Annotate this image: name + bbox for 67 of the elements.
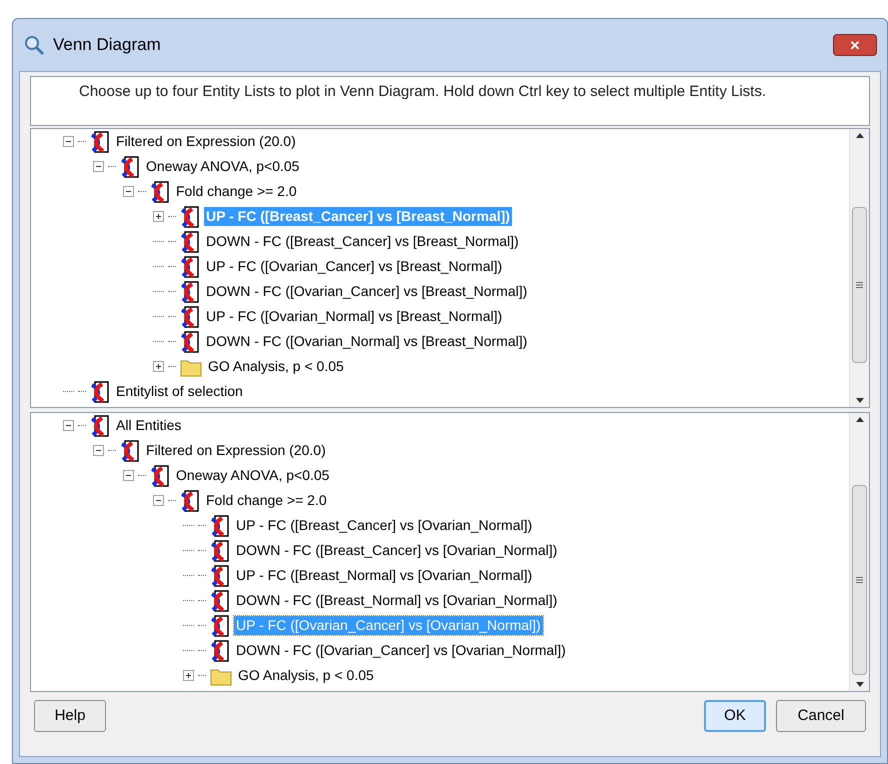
grip-icon [856, 282, 863, 288]
ok-button[interactable]: OK [704, 700, 766, 732]
tree-item[interactable]: DOWN - FC ([Breast_Cancer] vs [Breast_Normal]) [204, 232, 521, 251]
scrollbar[interactable] [849, 413, 869, 691]
window-title: Venn Diagram [53, 34, 161, 56]
entity-list-icon [210, 540, 230, 562]
entity-list-icon [210, 564, 230, 586]
grip-icon [856, 577, 863, 583]
entity-list-icon [180, 230, 200, 252]
tree-item[interactable]: Oneway ANOVA, p<0.05 [174, 466, 332, 485]
tree-item[interactable]: Filtered on Expression (20.0) [114, 132, 298, 151]
entity-list-icon [150, 180, 170, 202]
tree-item[interactable]: DOWN - FC ([Breast_Normal] vs [Ovarian_Normal]) [234, 591, 560, 610]
collapse-icon[interactable] [153, 495, 164, 506]
tree-item[interactable]: UP - FC ([Ovarian_Normal] vs [Breast_Normal]) [204, 307, 504, 326]
scroll-down-icon[interactable] [856, 398, 864, 403]
scroll-thumb[interactable] [852, 485, 867, 675]
entity-list-icon [180, 490, 200, 512]
help-button[interactable]: Help [34, 700, 106, 732]
tree-item[interactable]: DOWN - FC ([Ovarian_Normal] vs [Breast_Normal]) [204, 332, 530, 351]
tree-item[interactable]: DOWN - FC ([Ovarian_Cancer] vs [Breast_Normal]) [204, 282, 530, 301]
entity-list-icon [180, 306, 200, 328]
entity-list-icon [180, 280, 200, 302]
entity-list-icon [180, 330, 200, 352]
tree-item[interactable]: Fold change >= 2.0 [174, 182, 299, 201]
expand-icon[interactable] [153, 211, 164, 222]
entity-list-icon [180, 256, 200, 278]
scroll-up-icon[interactable] [856, 133, 864, 138]
tree-item[interactable]: All Entities [114, 416, 184, 435]
expand-icon[interactable] [153, 361, 164, 372]
tree-item[interactable]: UP - FC ([Ovarian_Cancer] vs [Breast_Normal]) [204, 257, 504, 276]
tree-item[interactable]: Filtered on Expression (20.0) [144, 441, 328, 460]
collapse-icon[interactable] [123, 470, 134, 481]
instruction-text: Choose up to four Entity Lists to plot in Venn Diagram. Hold down Ctrl key to select multiple Entity Lists. [79, 82, 767, 102]
magnifier-icon [23, 34, 45, 56]
scroll-thumb[interactable] [852, 207, 867, 363]
close-button[interactable]: ✕ [833, 34, 877, 56]
entity-list-icon [180, 206, 200, 228]
collapse-icon[interactable] [63, 136, 74, 147]
scroll-up-icon[interactable] [856, 417, 864, 422]
cancel-button[interactable]: Cancel [776, 700, 866, 732]
entity-list-icon [210, 614, 230, 636]
entity-list-icon [90, 414, 110, 436]
entity-list-icon [90, 380, 110, 402]
entity-list-icon [210, 514, 230, 536]
entity-list-icon [120, 440, 140, 462]
entity-list-icon [120, 156, 140, 178]
tree-item[interactable]: DOWN - FC ([Breast_Cancer] vs [Ovarian_Normal]) [234, 541, 560, 560]
collapse-icon[interactable] [123, 186, 134, 197]
collapse-icon[interactable] [63, 420, 74, 431]
collapse-icon[interactable] [93, 445, 104, 456]
expand-icon[interactable] [183, 670, 194, 681]
tree-item[interactable]: Entitylist of selection [114, 382, 245, 401]
tree-item[interactable]: UP - FC ([Breast_Cancer] vs [Ovarian_Normal]) [234, 516, 534, 535]
entity-list-icon [210, 640, 230, 662]
tree-item[interactable]: Oneway ANOVA, p<0.05 [144, 157, 302, 176]
entity-list-icon [150, 464, 170, 486]
tree-item[interactable]: UP - FC ([Breast_Normal] vs [Ovarian_Normal]) [234, 566, 534, 585]
tree-item[interactable]: DOWN - FC ([Ovarian_Cancer] vs [Ovarian_Normal]) [234, 641, 568, 660]
scrollbar[interactable] [849, 129, 869, 407]
tree-item[interactable]: GO Analysis, p < 0.05 [236, 666, 376, 685]
tree-item[interactable]: Fold change >= 2.0 [204, 491, 329, 510]
entity-list-icon [90, 130, 110, 152]
scroll-down-icon[interactable] [856, 682, 864, 687]
collapse-icon[interactable] [93, 161, 104, 172]
entity-list-icon [210, 590, 230, 612]
tree-item[interactable]: GO Analysis, p < 0.05 [206, 357, 346, 376]
